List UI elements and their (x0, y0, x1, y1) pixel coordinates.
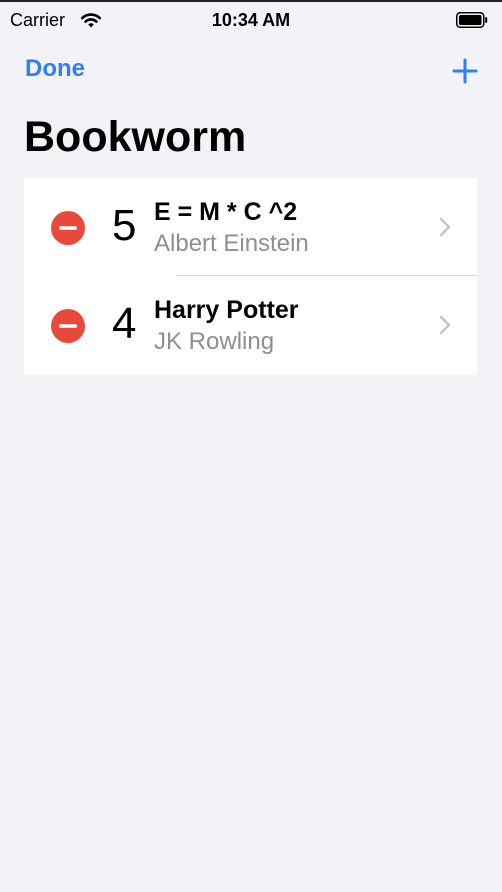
book-author: Albert Einstein (154, 230, 309, 257)
chevron-right-icon (439, 217, 451, 237)
book-title: E = M * C ^2 (154, 198, 298, 226)
chevron-right-icon (439, 315, 451, 335)
battery-icon (456, 12, 488, 28)
book-row[interactable]: 5 E = M * C ^2 Albert Einstein (24, 178, 477, 276)
status-bar: Carrier 10:34 AM (0, 2, 502, 36)
book-list: 5 E = M * C ^2 Albert Einstein 4 Harry P… (24, 178, 477, 375)
status-time: 10:34 AM (211, 10, 291, 30)
book-rating: 4 (112, 299, 137, 348)
page-title: Bookworm (24, 113, 247, 161)
minus-circle-icon[interactable] (51, 309, 85, 343)
minus-circle-icon[interactable] (51, 211, 85, 245)
navigation-bar: Done (0, 36, 502, 106)
book-author: JK Rowling (154, 328, 275, 355)
book-row[interactable]: 4 Harry Potter JK Rowling (24, 276, 477, 374)
done-button[interactable]: Done (25, 55, 85, 83)
plus-icon[interactable] (452, 58, 478, 84)
book-rating: 5 (112, 201, 137, 250)
book-title: Harry Potter (154, 296, 299, 324)
